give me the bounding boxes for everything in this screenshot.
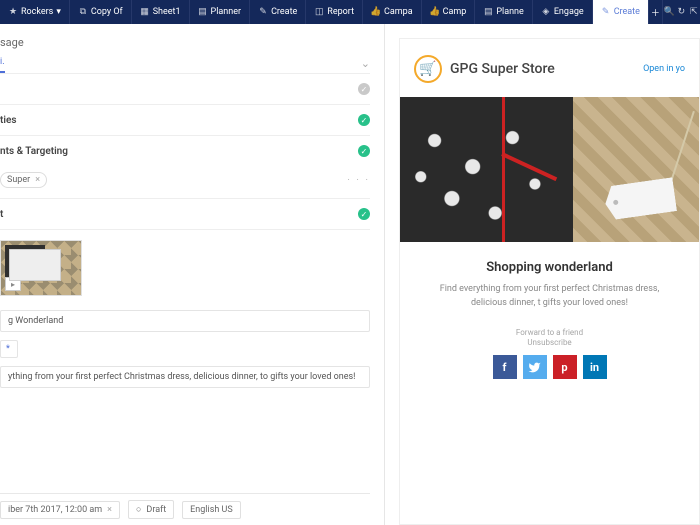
hero-image [400, 97, 699, 242]
create-icon: ✎ [601, 7, 611, 17]
social-row: f p in [422, 355, 677, 379]
star-icon: ★ [8, 7, 18, 17]
planner-icon: ▤ [198, 7, 208, 17]
planner-icon: ▤ [483, 7, 493, 17]
emoji-field[interactable]: * [0, 340, 18, 358]
footer-bar: iber 7th 2017, 12:00 am× ○Draft English … [0, 493, 370, 525]
section-unnamed[interactable]: ✓ [0, 74, 370, 105]
brand-logo-icon: 🛒 [414, 55, 442, 83]
tab-copy-of[interactable]: ⧉Copy Of [70, 0, 132, 24]
tab-sheet[interactable]: ▦Sheet1 [132, 0, 190, 24]
close-icon[interactable]: × [107, 505, 112, 515]
search-icon[interactable]: 🔍 [663, 0, 675, 24]
play-icon[interactable]: ▸ [5, 277, 21, 291]
editor-panel: sage i. ⌄ ✓ ties ✓ nts & Targeting ✓ Sup… [0, 24, 385, 525]
mini-dropdown-icon[interactable]: ⌄ [361, 57, 370, 73]
content-thumbnail[interactable]: ▸ [0, 240, 82, 296]
linkedin-icon[interactable]: in [583, 355, 607, 379]
status-ok-icon: ✓ [358, 145, 370, 157]
thumb-icon: 👍 [430, 7, 440, 17]
tab-rockers[interactable]: ★Rockers▾ [0, 0, 70, 24]
forward-link[interactable]: Forward to a friend [422, 328, 677, 337]
dot-icon: ○ [136, 504, 141, 515]
pinterest-icon[interactable]: p [553, 355, 577, 379]
email-title: Shopping wonderland [422, 260, 677, 275]
top-tab-bar: ★Rockers▾ ⧉Copy Of ▦Sheet1 ▤Planner ✎Cre… [0, 0, 700, 24]
tab-create[interactable]: ✎Create [250, 0, 306, 24]
new-tab-button[interactable]: ＋ [649, 0, 663, 24]
tab-create-active[interactable]: ✎Create [593, 0, 649, 24]
brand-name: GPG Super Store [450, 61, 555, 77]
email-preview: 🛒 GPG Super Store Open in yo Shopping wo… [399, 38, 700, 525]
chip-remove-icon[interactable]: × [35, 175, 40, 185]
thumb-icon: 👍 [371, 7, 381, 17]
preview-panel: 🛒 GPG Super Store Open in yo Shopping wo… [385, 24, 700, 525]
status-chip[interactable]: ○Draft [128, 500, 174, 519]
chevron-down-icon: ▾ [56, 7, 61, 17]
schedule-chip[interactable]: iber 7th 2017, 12:00 am× [0, 501, 120, 519]
unsubscribe-link[interactable]: Unsubscribe [422, 338, 677, 347]
section-recipients-targeting[interactable]: nts & Targeting ✓ [0, 136, 370, 166]
tab-planner[interactable]: ▤Planner [190, 0, 251, 24]
tab-campaign-2[interactable]: 👍Camp [422, 0, 476, 24]
twitter-icon[interactable] [523, 355, 547, 379]
section-content[interactable]: t ✓ [0, 198, 370, 230]
tab-report[interactable]: ◫Report [306, 0, 363, 24]
mini-tab[interactable]: i. [0, 57, 5, 73]
create-icon: ✎ [258, 7, 268, 17]
status-ok-icon: ✓ [358, 114, 370, 126]
email-description: Find everything from your first perfect … [422, 283, 677, 310]
facebook-icon[interactable]: f [493, 355, 517, 379]
status-pending-icon: ✓ [358, 83, 370, 95]
audience-chip[interactable]: Super× [0, 172, 47, 188]
tab-engage[interactable]: ◈Engage [533, 0, 593, 24]
reload-icon[interactable]: ↻ [675, 0, 687, 24]
sheet-icon: ▦ [140, 7, 150, 17]
section-properties[interactable]: ties ✓ [0, 105, 370, 136]
tab-planner-2[interactable]: ▤Planne [475, 0, 532, 24]
subject-field[interactable]: g Wonderland [0, 310, 370, 332]
report-icon: ◫ [314, 7, 324, 17]
panel-title: sage [0, 34, 370, 57]
chip-row: Super× · · · [0, 166, 370, 198]
chip-more-icon[interactable]: · · · [347, 175, 370, 186]
body-field[interactable]: ything from your first perfect Christmas… [0, 366, 370, 388]
status-ok-icon: ✓ [358, 208, 370, 220]
mini-tabs: i. ⌄ [0, 57, 370, 74]
copy-icon: ⧉ [78, 7, 88, 17]
external-icon[interactable]: ⇱ [688, 0, 700, 24]
engage-icon: ◈ [541, 7, 551, 17]
tab-campaign-1[interactable]: 👍Campa [363, 0, 422, 24]
open-in-browser-link[interactable]: Open in yo [643, 64, 685, 74]
locale-chip[interactable]: English US [182, 501, 241, 519]
